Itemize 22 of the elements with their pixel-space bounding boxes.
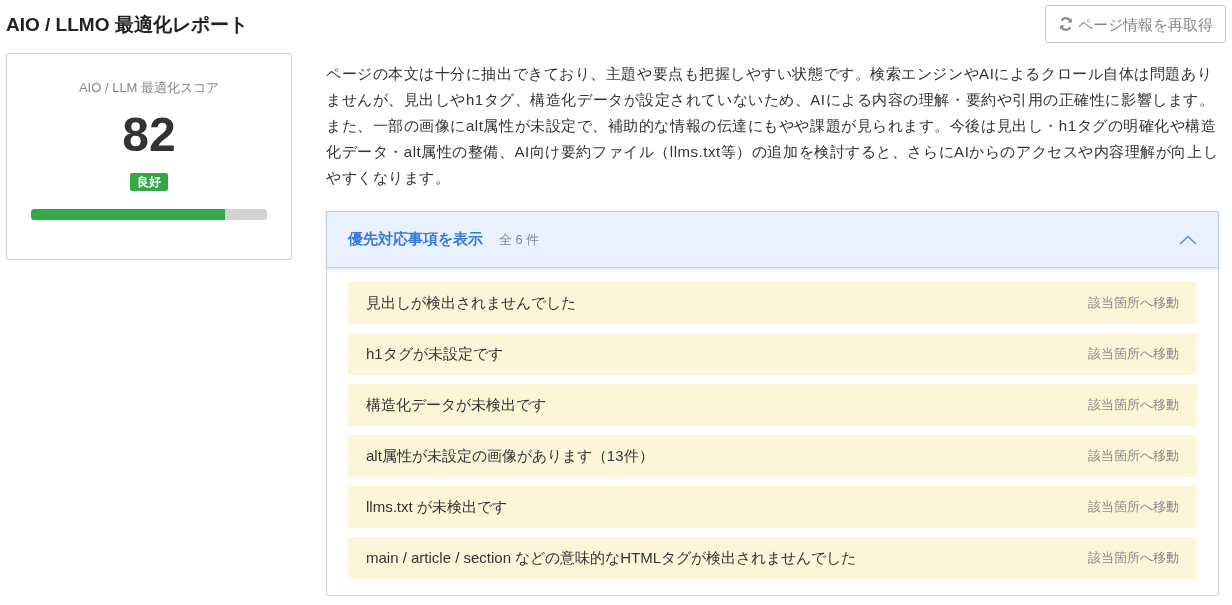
accordion-title: 優先対応事項を表示 [348, 229, 483, 250]
page-title: AIO / LLMO 最適化レポート [6, 14, 248, 34]
item-count: 全 6 件 [499, 230, 540, 249]
rating-badge: 良好 [130, 173, 168, 191]
issue-text: llms.txt が未検出です [366, 496, 507, 517]
issue-text: h1タグが未設定です [366, 343, 503, 364]
score-label: AIO / LLM 最適化スコア [78, 79, 220, 97]
jump-link[interactable]: 該当箇所へ移動 [1088, 497, 1179, 517]
jump-link[interactable]: 該当箇所へ移動 [1088, 293, 1179, 313]
jump-link[interactable]: 該当箇所へ移動 [1088, 395, 1179, 415]
jump-link[interactable]: 該当箇所へ移動 [1088, 548, 1179, 568]
issue-text: 見出しが検出されませんでした [366, 292, 576, 313]
issue-text: 構造化データが未検出です [366, 394, 546, 415]
issue-text: main / article / section などの意味的なHTMLタグが検出されませんでした [366, 547, 857, 568]
issue-text: alt属性が未設定の画像があります（13件） [366, 445, 654, 466]
refresh-icon [1058, 16, 1074, 32]
summary-paragraph: ページの本文は十分に抽出できており、主題や要点も把握しやすい状態です。検索エンジンやAIによるクロール自体は問題ありませんが、見出しやh1タグ、構造化データが設定されていないため、AIによる内容の理解・要約や引用の正確性に影響します。また、一部の画像にalt属性が未設定で、補助的な情報の伝達にもやや課題が見られます。今後は見出し・h1タグの明確化や構造化データ・alt属性の整備、AI向け要約ファイル（llms.txt等）の追加を検討すると、さらにAIからのアクセスや内容理解が向上しやすくなります。 [326, 64, 1219, 188]
score-value: 82 [122, 109, 176, 161]
jump-link[interactable]: 該当箇所へ移動 [1088, 344, 1179, 364]
refresh-button[interactable]: ページ情報を再取得 [1045, 5, 1226, 43]
accordion-header[interactable]: 優先対応事項を表示 全 6 件 [326, 211, 1219, 268]
jump-link[interactable]: 該当箇所へ移動 [1088, 446, 1179, 466]
